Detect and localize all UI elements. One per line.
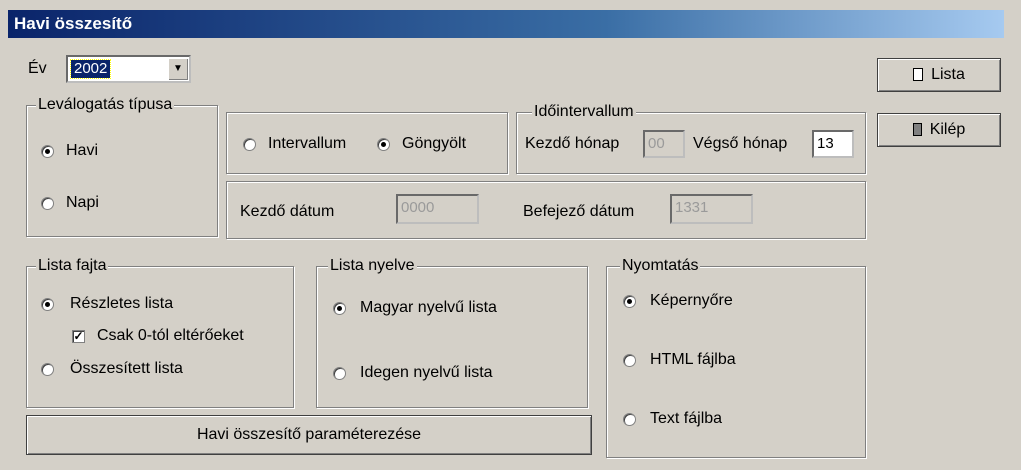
radio-reszletes[interactable] [41, 298, 54, 311]
radio-havi-label: Havi [66, 142, 99, 159]
lista-nyelve-group [316, 266, 588, 408]
year-select[interactable]: 2002 ▼ [66, 55, 191, 83]
vegso-honap-input[interactable]: 13 [812, 130, 854, 158]
radio-html-label: HTML fájlba [650, 351, 736, 368]
kezdo-datum-label: Kezdő dátum [240, 203, 335, 220]
lista-fajta-title: Lista fajta [36, 257, 109, 275]
chevron-down-icon[interactable]: ▼ [168, 58, 188, 80]
lista-button-label: Lista [931, 66, 965, 83]
csak-nulla-checkbox[interactable]: ✓ [72, 330, 85, 343]
radio-gongyolt[interactable] [377, 138, 390, 151]
exit-door-icon [912, 123, 922, 137]
kezdo-honap-input[interactable]: 00 [643, 130, 685, 158]
radio-gongyolt-label: Göngyölt [402, 135, 467, 152]
radio-magyar[interactable] [333, 302, 346, 315]
radio-idegen-label: Idegen nyelvű lista [360, 364, 493, 381]
radio-osszesitett-label: Összesített lista [70, 360, 183, 377]
radio-magyar-label: Magyar nyelvű lista [360, 299, 497, 316]
radio-text[interactable] [623, 413, 636, 426]
radio-kepernyore-label: Képernyőre [650, 292, 733, 309]
levalogatas-group [26, 105, 218, 237]
lista-button[interactable]: Lista [877, 58, 1001, 92]
radio-havi[interactable] [41, 145, 54, 158]
befejezo-datum-input[interactable]: 1331 [670, 194, 753, 224]
year-value: 2002 [69, 59, 112, 79]
radio-napi[interactable] [41, 197, 54, 210]
radio-kepernyore[interactable] [623, 295, 636, 308]
lista-nyelve-title: Lista nyelve [328, 257, 417, 275]
radio-intervallum[interactable] [243, 138, 256, 151]
radio-intervallum-label: Intervallum [268, 135, 347, 152]
radio-reszletes-label: Részletes lista [70, 295, 174, 312]
document-icon [913, 68, 924, 82]
kezdo-datum-input[interactable]: 0000 [396, 194, 479, 224]
window-title: Havi összesítő [8, 10, 1004, 38]
nyomtatas-group [606, 266, 866, 458]
kilep-button-label: Kilép [929, 121, 966, 138]
csak-nulla-label: Csak 0-tól eltérőeket [97, 327, 244, 344]
nyomtatas-title: Nyomtatás [620, 257, 701, 275]
vegso-honap-label: Végső hónap [693, 135, 788, 152]
radio-text-label: Text fájlba [650, 410, 723, 427]
radio-idegen[interactable] [333, 367, 346, 380]
kezdo-honap-label: Kezdő hónap [525, 135, 620, 152]
levalogatas-title: Leválogatás típusa [36, 96, 175, 114]
radio-osszesitett[interactable] [41, 363, 54, 376]
befejezo-datum-label: Befejező dátum [523, 203, 635, 220]
kilep-button[interactable]: Kilép [877, 113, 1001, 147]
havi-osszesito-parameterezese-button[interactable]: Havi összesítő paraméterezése [26, 415, 592, 455]
year-label: Év [28, 60, 47, 77]
radio-html[interactable] [623, 354, 636, 367]
idointervallum-title: Időintervallum [532, 103, 636, 121]
radio-napi-label: Napi [66, 194, 99, 211]
